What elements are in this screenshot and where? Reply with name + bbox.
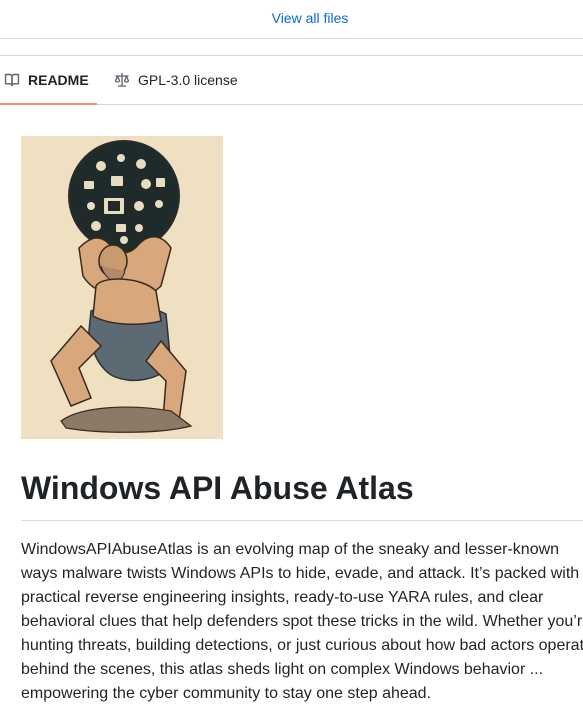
description-line: behind the scenes, this atlas sheds ligh…	[21, 661, 544, 678]
active-tab-underline	[0, 103, 97, 105]
description-line: WindowsAPIAbuseAtlas is an evolving map …	[21, 541, 560, 558]
description-line: behavioral clues that help defenders spo…	[21, 613, 583, 630]
readme-description: WindowsAPIAbuseAtlas is an evolving map …	[21, 538, 583, 706]
book-icon	[4, 73, 20, 87]
readme-hero-image	[21, 136, 223, 439]
tab-readme-label: README	[28, 72, 89, 88]
readme-tabs: README GPL-3.0 license	[0, 55, 583, 105]
title-divider	[21, 520, 583, 521]
view-all-files-link[interactable]: View all files	[0, 10, 583, 26]
tab-license[interactable]: GPL-3.0 license	[114, 56, 238, 104]
description-line: empowering the cyber community to stay o…	[21, 685, 431, 702]
tab-license-label: GPL-3.0 license	[138, 72, 238, 88]
description-line: hunting threats, building detections, or…	[21, 637, 583, 654]
top-bar: View all files	[0, 0, 583, 39]
description-line: ways malware twists Windows APIs to hide…	[21, 565, 580, 582]
readme-title: Windows API Abuse Atlas	[21, 470, 414, 506]
law-scale-icon	[114, 72, 130, 87]
tab-readme[interactable]: README	[0, 56, 97, 105]
description-line: practical reverse engineering insights, …	[21, 589, 544, 606]
